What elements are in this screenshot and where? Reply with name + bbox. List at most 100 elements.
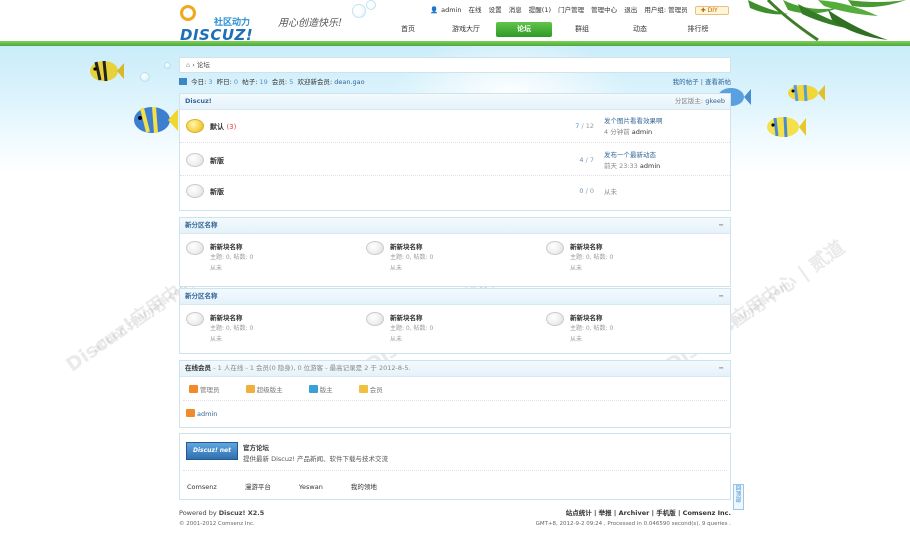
stat-newmember-label: 欢迎新会员: <box>297 78 333 86</box>
legend-label: 管理员 <box>200 386 220 394</box>
forum-name[interactable]: 新新块名称 <box>210 312 243 322</box>
forum-new-icon[interactable] <box>186 119 204 133</box>
text-links: Comsenz 漫游平台 Yeswan 我的领地 <box>187 481 403 491</box>
user-link-online[interactable]: 在线 <box>469 6 482 14</box>
nav-forum[interactable]: 论坛 <box>496 22 552 37</box>
user-link-notices[interactable]: 提醒(1) <box>529 6 551 14</box>
last-post-time: 前天 23:33 <box>604 162 638 170</box>
member-user-icon <box>358 385 368 393</box>
user-link-messages[interactable]: 消息 <box>509 6 522 14</box>
forum-stats: 今日: 3 昨日: 0 帖子: 19 会员: 5 欢迎新会员: dean.gao… <box>179 76 731 87</box>
link-my-domain[interactable]: 我的领地 <box>351 483 377 491</box>
forum-name[interactable]: 新新块名称 <box>570 241 603 251</box>
stat-today: 3 <box>208 78 213 86</box>
last-post-user[interactable]: admin <box>640 162 660 170</box>
back-to-top-button[interactable]: 回顶部 <box>733 484 744 510</box>
forum-name[interactable]: 新新块名称 <box>570 312 603 322</box>
section-header: 新分区名称 − <box>180 289 730 305</box>
collapse-icon[interactable]: − <box>719 289 724 304</box>
nav-underline <box>0 41 910 46</box>
my-posts-link[interactable]: 我的帖子 <box>673 78 699 86</box>
forum-icon[interactable] <box>366 241 384 255</box>
stat-today-label: 今日: <box>191 78 207 86</box>
forum-name[interactable]: 新新块名称 <box>390 312 423 322</box>
forum-name[interactable]: 新版 <box>210 157 224 165</box>
forum-icon[interactable] <box>186 241 204 255</box>
forum-icon[interactable] <box>366 312 384 326</box>
footer-link-mobile[interactable]: 手机版 <box>656 509 676 517</box>
footer-link-report[interactable]: 举报 <box>599 509 612 517</box>
legend-label: 超级版主 <box>256 386 283 394</box>
discuz-net-logo[interactable]: Discuz! net <box>186 442 238 460</box>
brand-link[interactable]: Discuz! X2.5 <box>219 509 265 517</box>
section-title[interactable]: Discuz! <box>185 97 212 105</box>
section-title[interactable]: 新分区名称 <box>185 221 218 229</box>
forum-name[interactable]: 新版 <box>210 188 224 196</box>
nav-groups[interactable]: 群组 <box>554 22 610 37</box>
forum-icon[interactable] <box>546 241 564 255</box>
logo-en-text: DISCUZ! <box>180 26 254 44</box>
nav-home[interactable]: 首页 <box>380 22 436 37</box>
forum-name[interactable]: 新新块名称 <box>390 241 423 251</box>
user-link-portal-admin[interactable]: 门户管理 <box>558 6 584 14</box>
last-post-title[interactable]: 发布一个最新动态 <box>604 150 660 161</box>
section-header: Discuz! 分区版主: gkeeb <box>180 94 730 110</box>
forum-name[interactable]: 新新块名称 <box>210 241 243 251</box>
footer-link-stats[interactable]: 站点统计 <box>566 509 592 517</box>
user-icon: 👤 <box>430 6 439 14</box>
breadcrumb-current[interactable]: 论坛 <box>197 61 210 69</box>
site-logo[interactable]: 社区动力 DISCUZ! <box>180 3 260 44</box>
legend-label: 会员 <box>369 386 383 394</box>
forum-last: 从未 <box>570 265 583 272</box>
forum-icon[interactable] <box>546 312 564 326</box>
user-link-admin-center[interactable]: 管理中心 <box>591 6 617 14</box>
forum-last-post: 发布一个最新动态 前天 23:33 admin <box>604 150 660 172</box>
link-yeswan[interactable]: Yeswan <box>299 483 323 491</box>
forum-meta: 主题: 0, 帖数: 0 <box>210 254 254 261</box>
collapse-icon[interactable]: − <box>719 361 724 376</box>
link-comsenz[interactable]: Comsenz <box>187 483 217 491</box>
forum-last: 从未 <box>210 336 223 343</box>
forum-meta: 主题: 0, 帖数: 0 <box>390 254 434 261</box>
stat-yesterday: 0 <box>233 78 239 86</box>
forum-icon[interactable] <box>186 184 204 198</box>
nav-feed[interactable]: 动态 <box>612 22 668 37</box>
breadcrumb: ⌂ › 论坛 <box>179 57 731 73</box>
new-posts-link[interactable]: 查看新帖 <box>705 78 731 86</box>
section-title[interactable]: 新分区名称 <box>185 292 218 300</box>
link-manyou[interactable]: 漫游平台 <box>245 483 271 491</box>
footer-link-comsenz[interactable]: Comsenz Inc. <box>683 509 731 517</box>
online-summary: - 1 人在线 - 1 会员(0 隐身), 0 位游客 - 最高记录是 2 于 … <box>213 364 411 372</box>
diy-button[interactable]: ✚ DIY <box>694 6 729 15</box>
forum-icon[interactable] <box>186 153 204 167</box>
forum-cell: 新新块名称 主题: 0, 帖数: 0 从未 <box>360 238 540 278</box>
nav-game-hall[interactable]: 游戏大厅 <box>438 22 494 37</box>
moderator-link[interactable]: gkeeb <box>705 97 725 105</box>
forum-today-count: (3) <box>226 123 237 131</box>
online-legend: 管理员 超级版主 版主 会员 <box>183 377 727 401</box>
forum-row: 默认 (3) 7 / 12 发个图片看看效果啊 4 分钟前 admin <box>180 110 730 143</box>
user-link-settings[interactable]: 设置 <box>489 6 502 14</box>
nav-ranking[interactable]: 排行榜 <box>670 22 726 37</box>
forum-row: 新版 0 / 0 从未 <box>180 176 730 206</box>
stats-chart-icon <box>179 78 187 85</box>
official-forum-link[interactable]: 官方论坛 <box>243 442 269 452</box>
forum-icon[interactable] <box>186 312 204 326</box>
home-icon[interactable]: ⌂ <box>186 61 190 69</box>
stat-members: 5 <box>289 78 294 86</box>
legend-label: 版主 <box>319 386 333 394</box>
friend-links: Discuz! net 官方论坛 提供最新 Discuz! 产品新闻、软件下载与… <box>179 433 731 500</box>
last-post-user[interactable]: admin <box>632 128 652 136</box>
forum-name[interactable]: 默认 <box>210 123 224 131</box>
watermark-sub: addon.dismall.com <box>90 277 194 356</box>
username-link[interactable]: admin <box>441 6 461 14</box>
online-user-link[interactable]: admin <box>197 410 217 418</box>
user-link-logout[interactable]: 退出 <box>624 6 637 14</box>
admin-user-icon <box>189 385 198 393</box>
newmember-link[interactable]: dean.gao <box>334 78 364 86</box>
online-title[interactable]: 在线会员 <box>185 364 211 372</box>
collapse-icon[interactable]: − <box>719 218 724 233</box>
last-post-title[interactable]: 发个图片看看效果啊 <box>604 116 663 127</box>
footer-link-archiver[interactable]: Archiver <box>619 509 650 517</box>
user-group-link[interactable]: 用户组: 管理员 <box>644 6 687 14</box>
